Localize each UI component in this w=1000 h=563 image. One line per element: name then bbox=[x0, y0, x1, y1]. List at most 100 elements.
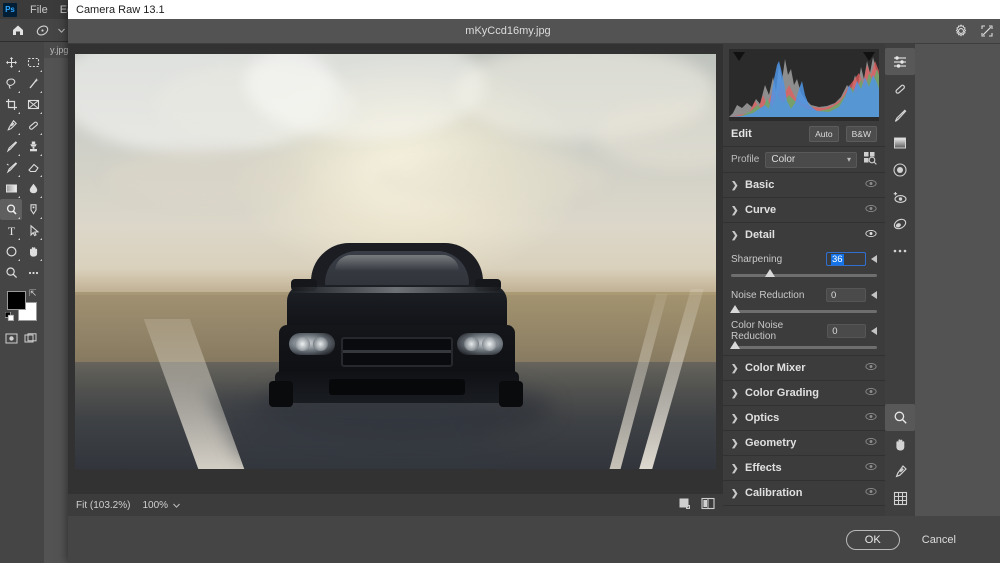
eye-icon[interactable] bbox=[865, 179, 877, 191]
eye-icon[interactable] bbox=[865, 362, 877, 374]
fullscreen-icon[interactable] bbox=[974, 19, 1000, 44]
ellipse-tool[interactable] bbox=[0, 241, 22, 262]
frame-tool[interactable] bbox=[22, 94, 44, 115]
section-calibration-header[interactable]: ❯ Calibration bbox=[723, 481, 885, 505]
slider-color-noise-reduction[interactable]: Color Noise Reduction 0 bbox=[723, 319, 885, 355]
edit-tool[interactable] bbox=[885, 48, 915, 75]
clone-stamp-tool[interactable] bbox=[22, 136, 44, 157]
adjustment-brush-tool[interactable] bbox=[885, 102, 915, 129]
histogram[interactable] bbox=[729, 49, 879, 121]
section-calibration[interactable]: ❯ Calibration bbox=[723, 481, 885, 506]
chevron-down-icon[interactable] bbox=[172, 501, 181, 510]
slider-sharpening-value-field[interactable]: 36 bbox=[826, 252, 866, 266]
eye-icon[interactable] bbox=[865, 437, 877, 449]
section-color-mixer-header[interactable]: ❯ Color Mixer bbox=[723, 356, 885, 380]
image-preview-canvas[interactable] bbox=[68, 44, 723, 516]
ok-button[interactable]: OK bbox=[846, 530, 900, 550]
lasso-tool[interactable] bbox=[0, 73, 22, 94]
eye-icon[interactable] bbox=[865, 229, 877, 241]
before-after-icon[interactable] bbox=[701, 497, 715, 513]
gear-icon[interactable] bbox=[948, 19, 974, 44]
section-color-grading[interactable]: ❯ Color Grading bbox=[723, 381, 885, 406]
blur-tool[interactable] bbox=[22, 178, 44, 199]
toggle-sampler-icon[interactable] bbox=[678, 497, 691, 513]
section-geometry-header[interactable]: ❯ Geometry bbox=[723, 431, 885, 455]
slider-noise-reduction-value-field[interactable]: 0 bbox=[826, 288, 866, 302]
eye-icon[interactable] bbox=[865, 387, 877, 399]
edit-toolbar-tool[interactable] bbox=[22, 262, 44, 283]
slider-color-noise-reduction-value-field[interactable]: 0 bbox=[827, 324, 866, 338]
move-tool[interactable] bbox=[0, 52, 22, 73]
reset-color-noise-reduction-icon[interactable] bbox=[871, 327, 877, 335]
hand-tool[interactable] bbox=[22, 241, 44, 262]
magic-wand-tool[interactable] bbox=[22, 73, 44, 94]
more-options-tool[interactable] bbox=[885, 237, 915, 264]
rectangular-marquee-tool[interactable] bbox=[22, 52, 44, 73]
auto-button[interactable]: Auto bbox=[809, 126, 839, 142]
section-optics[interactable]: ❯ Optics bbox=[723, 406, 885, 431]
section-curve-header[interactable]: ❯ Curve bbox=[723, 198, 885, 222]
browse-profiles-icon[interactable] bbox=[863, 151, 877, 168]
section-curve[interactable]: ❯ Curve bbox=[723, 198, 885, 223]
profile-dropdown[interactable]: Color ▾ bbox=[765, 152, 857, 168]
section-effects-header[interactable]: ❯ Effects bbox=[723, 456, 885, 480]
slider-noise-reduction[interactable]: Noise Reduction 0 bbox=[723, 283, 885, 319]
gradient-tool[interactable] bbox=[0, 178, 22, 199]
spot-healing-brush-tool[interactable] bbox=[22, 115, 44, 136]
zoom-level-selector[interactable]: 100% bbox=[142, 500, 181, 511]
section-basic-header[interactable]: ❯ Basic bbox=[723, 173, 885, 197]
reset-sharpening-icon[interactable] bbox=[871, 255, 877, 263]
pen-tool[interactable] bbox=[22, 199, 44, 220]
slider-sharpening-track[interactable] bbox=[731, 274, 877, 277]
chevron-down-icon[interactable] bbox=[54, 20, 68, 40]
slider-noise-reduction-knob[interactable] bbox=[730, 305, 740, 313]
section-basic[interactable]: ❯ Basic bbox=[723, 173, 885, 198]
slider-sharpening-knob[interactable] bbox=[765, 269, 775, 277]
zoom-tool[interactable] bbox=[885, 404, 915, 431]
history-brush-tool[interactable] bbox=[0, 157, 22, 178]
cancel-button[interactable]: Cancel bbox=[922, 534, 956, 546]
hand-tool[interactable] bbox=[885, 431, 915, 458]
section-geometry[interactable]: ❯ Geometry bbox=[723, 431, 885, 456]
zoom-tool[interactable] bbox=[0, 262, 22, 283]
brush-tool[interactable] bbox=[0, 136, 22, 157]
eye-icon[interactable] bbox=[865, 412, 877, 424]
radial-filter-tool[interactable] bbox=[885, 156, 915, 183]
bw-button[interactable]: B&W bbox=[846, 126, 877, 142]
quick-mask-icon[interactable] bbox=[5, 333, 18, 347]
slider-noise-reduction-track[interactable] bbox=[731, 310, 877, 313]
section-optics-header[interactable]: ❯ Optics bbox=[723, 406, 885, 430]
section-color-mixer[interactable]: ❯ Color Mixer bbox=[723, 356, 885, 381]
spot-removal-tool[interactable] bbox=[885, 75, 915, 102]
grid-overlay-tool[interactable] bbox=[885, 485, 915, 512]
graduated-filter-tool[interactable] bbox=[885, 129, 915, 156]
path-selection-tool[interactable] bbox=[22, 220, 44, 241]
crop-tool[interactable] bbox=[0, 94, 22, 115]
eraser-tool[interactable] bbox=[22, 157, 44, 178]
home-icon[interactable] bbox=[6, 20, 30, 40]
menu-file[interactable]: File bbox=[24, 4, 54, 16]
foreground-color-swatch[interactable] bbox=[7, 291, 26, 310]
default-colors-icon[interactable] bbox=[5, 312, 14, 324]
white-balance-eyedropper-tool[interactable] bbox=[885, 458, 915, 485]
red-eye-tool[interactable] bbox=[885, 183, 915, 210]
paint-tool-icon[interactable] bbox=[30, 20, 54, 40]
screen-mode-icon[interactable] bbox=[24, 333, 37, 347]
dodge-tool[interactable] bbox=[0, 199, 22, 220]
eye-icon[interactable] bbox=[865, 204, 877, 216]
fit-zoom-selector[interactable]: Fit (103.2%) bbox=[76, 500, 130, 511]
slider-color-noise-reduction-track[interactable] bbox=[731, 346, 877, 349]
slider-sharpening[interactable]: Sharpening 36 bbox=[723, 247, 885, 283]
swap-colors-icon[interactable]: ⇱ bbox=[29, 288, 37, 299]
snapshots-tool[interactable] bbox=[885, 210, 915, 237]
section-color-grading-header[interactable]: ❯ Color Grading bbox=[723, 381, 885, 405]
eye-icon[interactable] bbox=[865, 487, 877, 499]
slider-color-noise-reduction-knob[interactable] bbox=[730, 341, 740, 349]
reset-noise-reduction-icon[interactable] bbox=[871, 291, 877, 299]
section-detail[interactable]: ❯ Detail Sharpening 36 bbox=[723, 223, 885, 356]
section-effects[interactable]: ❯ Effects bbox=[723, 456, 885, 481]
section-detail-header[interactable]: ❯ Detail bbox=[723, 223, 885, 247]
eyedropper-tool[interactable] bbox=[0, 115, 22, 136]
type-tool[interactable]: T bbox=[0, 220, 22, 241]
eye-icon[interactable] bbox=[865, 462, 877, 474]
